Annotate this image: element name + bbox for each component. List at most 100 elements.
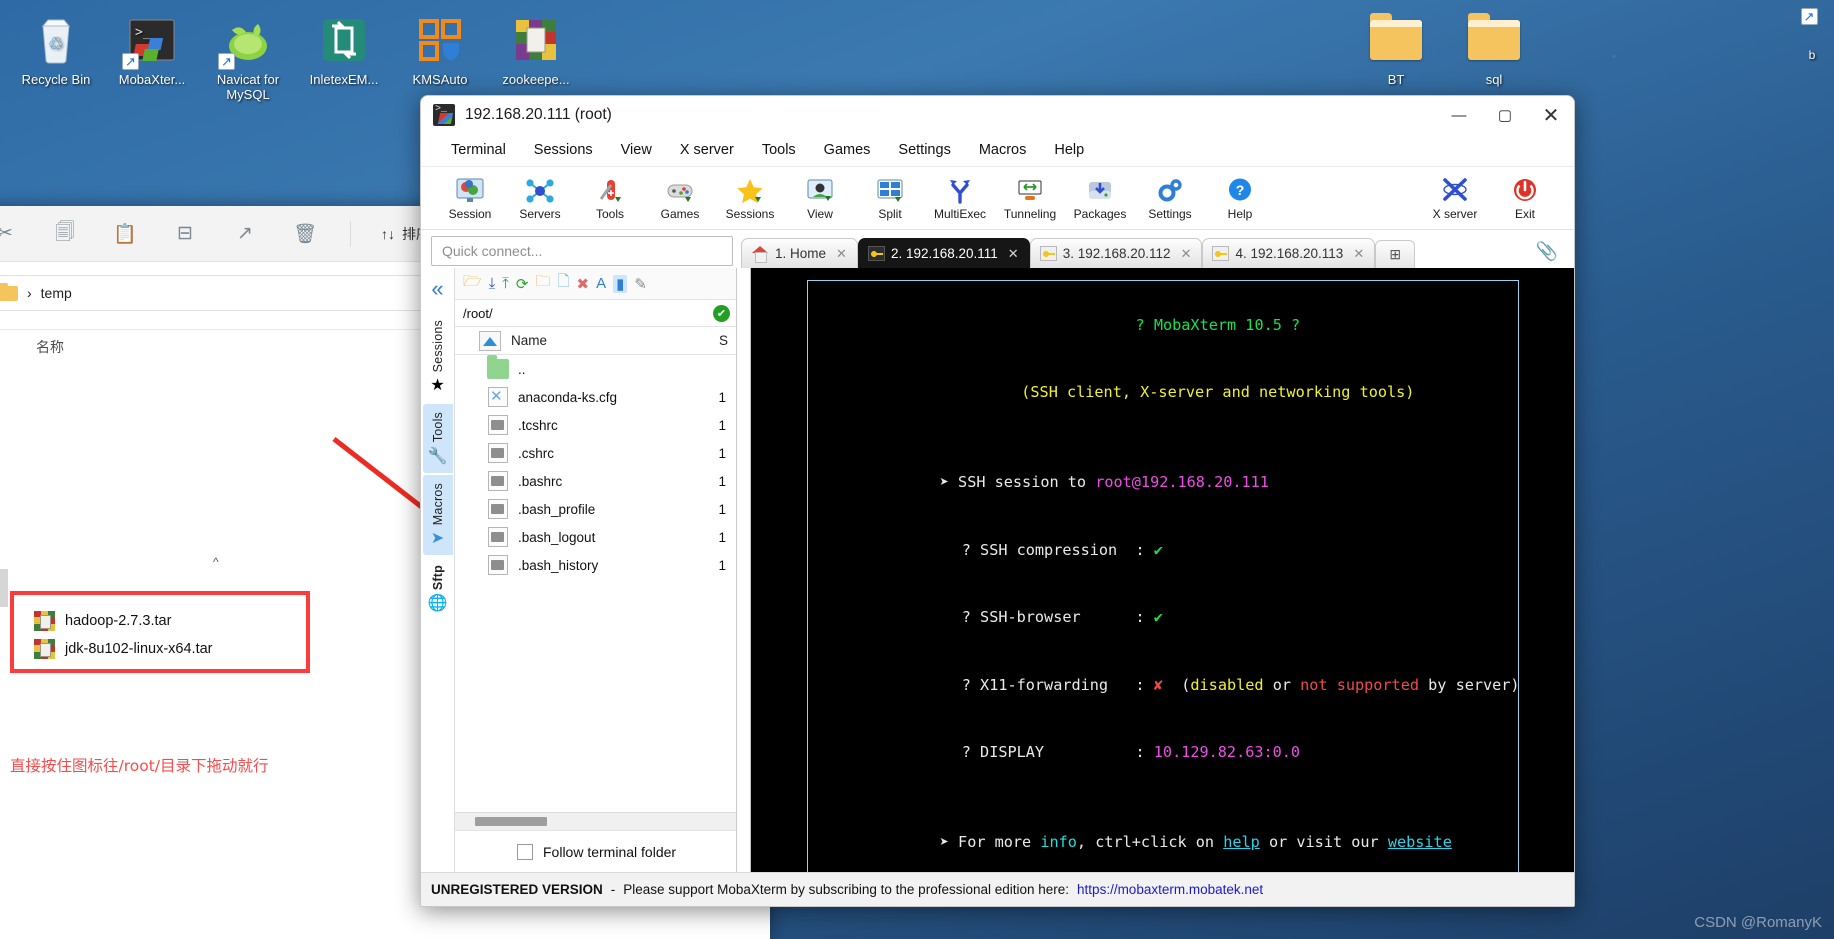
toolbar-button-xserver[interactable]: X server	[1420, 175, 1490, 221]
share-icon[interactable]: ↗	[230, 219, 260, 249]
desktop-icon-zookeeper[interactable]: zookeepe...	[488, 8, 584, 87]
toolbar-button-packages[interactable]: Packages	[1065, 175, 1135, 221]
tab-session-192-168-20-111[interactable]: 2. 192.168.20.111 ✕	[857, 238, 1030, 268]
toolbar-button-games[interactable]: Games	[645, 175, 715, 221]
menu-item-settings[interactable]: Settings	[884, 142, 964, 158]
sidebar-item-tools[interactable]: Tools 🔧	[422, 404, 453, 473]
desktop-icon-bt-folder[interactable]: BT	[1348, 8, 1444, 87]
menu-item-macros[interactable]: Macros	[965, 142, 1041, 158]
text-mode-icon[interactable]: A	[596, 275, 606, 292]
table-row[interactable]: anaconda-ks.cfg 1	[455, 383, 736, 411]
desktop-icon-sql-folder[interactable]: sql	[1446, 8, 1542, 87]
quick-connect-input[interactable]: Quick connect...	[431, 236, 733, 266]
file-size: 1	[718, 417, 726, 433]
list-item[interactable]: jdk-8u102-linux-x64.tar	[34, 639, 213, 659]
toolbar-button-tunneling[interactable]: Tunneling	[995, 175, 1065, 221]
footer-info-link[interactable]: info	[1040, 833, 1077, 851]
delete-icon[interactable]: 🗑	[290, 219, 320, 249]
menu-item-view[interactable]: View	[607, 142, 666, 158]
mobaxterm-icon: >_ ↗	[122, 12, 180, 70]
cut-icon[interactable]: ✂	[0, 219, 20, 249]
table-row[interactable]: .bash_logout 1	[455, 523, 736, 551]
footer-website-link[interactable]: website	[1388, 833, 1452, 851]
checkbox-icon[interactable]	[517, 843, 533, 860]
copy-icon[interactable]: 🗐	[50, 219, 80, 249]
menu-item-xserver[interactable]: X server	[666, 142, 748, 158]
file-size: 1	[718, 501, 726, 517]
horizontal-scrollbar[interactable]	[455, 812, 736, 830]
binary-mode-icon[interactable]: ▮	[613, 274, 628, 293]
menu-item-help[interactable]: Help	[1040, 142, 1098, 158]
folder-icon	[0, 282, 18, 301]
toolbar-button-help[interactable]: ? Help	[1205, 175, 1275, 221]
desktop-icon-recycle-bin[interactable]: ♲ Recycle Bin	[8, 8, 104, 87]
column-header-name: Name	[511, 333, 548, 348]
terminal-output[interactable]: ? MobaXterm 10.5 ? (SSH client, X-server…	[737, 268, 1574, 872]
sidebar-item-sessions[interactable]: Sessions ★	[423, 312, 453, 402]
table-row[interactable]: .cshrc 1	[455, 439, 736, 467]
new-tab-button[interactable]: ⊞	[1375, 240, 1416, 268]
toolbar-button-session[interactable]: Session	[435, 175, 505, 221]
window-titlebar[interactable]: 192.168.20.111 (root) — ▢ ✕	[421, 96, 1574, 134]
menu-item-terminal[interactable]: Terminal	[437, 142, 520, 158]
desktop-icon-mobaxterm[interactable]: >_ ↗ MobaXter...	[104, 8, 200, 87]
sidebar-item-macros[interactable]: Macros ➤	[422, 474, 453, 555]
table-row[interactable]: .bashrc 1	[455, 467, 736, 495]
upload-icon[interactable]: ⤒	[502, 275, 509, 292]
table-row[interactable]: .bash_profile 1	[455, 495, 736, 523]
refresh-icon[interactable]: ⟳	[516, 275, 529, 293]
edit-icon[interactable]: ✎	[634, 275, 647, 293]
table-row[interactable]: ..	[455, 355, 736, 383]
tab-session-192-168-20-113[interactable]: 4. 192.168.20.113 ✕	[1202, 238, 1376, 268]
toolbar-button-split[interactable]: Split	[855, 175, 925, 221]
toolbar-button-servers[interactable]: Servers	[505, 175, 575, 221]
new-file-icon[interactable]: 🗋	[557, 271, 569, 296]
paperclip-icon[interactable]: 📎	[1530, 236, 1564, 266]
exit-power-icon	[1490, 175, 1560, 207]
toolbar-button-sessions[interactable]: Sessions	[715, 175, 785, 221]
desktop-icon-navicat[interactable]: ↗ Navicat for MySQL	[200, 8, 296, 102]
desktop-icon-inletexem[interactable]: InletexEM...	[296, 8, 392, 87]
maximize-button[interactable]: ▢	[1482, 96, 1528, 134]
tab-session-192-168-20-112[interactable]: 3. 192.168.20.112 ✕	[1029, 238, 1203, 268]
toolbar-button-multiexec[interactable]: MultiExec	[925, 175, 995, 221]
new-folder-icon[interactable]: 🗀	[535, 271, 550, 296]
toolbar-button-view[interactable]: View	[785, 175, 855, 221]
rename-icon[interactable]: ⊟	[170, 219, 200, 249]
minimize-button[interactable]: —	[1436, 96, 1482, 134]
sftp-column-header[interactable]: Name S	[455, 327, 736, 355]
terminal-scrollbar[interactable]	[737, 268, 751, 872]
toolbar-button-tools[interactable]: ✚ Tools	[575, 175, 645, 221]
close-button[interactable]: ✕	[1528, 96, 1574, 134]
mobaxterm-window[interactable]: 192.168.20.111 (root) — ▢ ✕ Terminal Ses…	[420, 95, 1575, 907]
tab-close-icon[interactable]: ✕	[1353, 246, 1364, 262]
tab-home[interactable]: 1. Home ✕	[741, 238, 858, 268]
sftp-path-bar[interactable]: /root/ ✔	[455, 300, 736, 327]
desktop-icon-label: b	[1808, 48, 1816, 62]
desktop-icon-edge-partial[interactable]: ↗ b	[1792, 8, 1832, 62]
download-icon[interactable]: ⤓	[489, 275, 496, 292]
desktop-icon-kmsauto[interactable]: KMSAuto	[392, 8, 488, 87]
tab-close-icon[interactable]: ✕	[1008, 246, 1019, 262]
toolbar-divider	[350, 220, 351, 247]
winrar-archive-icon	[34, 611, 55, 631]
table-row[interactable]: .tcshrc 1	[455, 411, 736, 439]
chevron-double-left-icon[interactable]: «	[431, 276, 443, 302]
table-row[interactable]: .bash_history 1	[455, 551, 736, 579]
parent-folder-icon[interactable]: 🗁	[463, 271, 482, 296]
toolbar-button-exit[interactable]: Exit	[1490, 175, 1560, 221]
menu-item-sessions[interactable]: Sessions	[520, 142, 607, 158]
recycle-bin-icon: ♲	[28, 12, 84, 68]
menu-item-games[interactable]: Games	[810, 142, 885, 158]
footer-help-link[interactable]: help	[1223, 833, 1260, 851]
toolbar-button-settings[interactable]: Settings	[1135, 175, 1205, 221]
delete-icon[interactable]: ✖	[577, 275, 590, 293]
paste-icon[interactable]: 📋	[110, 219, 140, 249]
sidebar-item-sftp[interactable]: Sftp 🌐	[423, 557, 453, 620]
tab-close-icon[interactable]: ✕	[836, 246, 847, 262]
mobaxterm-website-link[interactable]: https://mobaxterm.mobatek.net	[1077, 882, 1263, 897]
list-item[interactable]: hadoop-2.7.3.tar	[34, 611, 171, 631]
tab-close-icon[interactable]: ✕	[1181, 246, 1192, 262]
follow-terminal-folder-checkbox[interactable]: Follow terminal folder	[455, 830, 736, 872]
menu-item-tools[interactable]: Tools	[748, 142, 810, 158]
